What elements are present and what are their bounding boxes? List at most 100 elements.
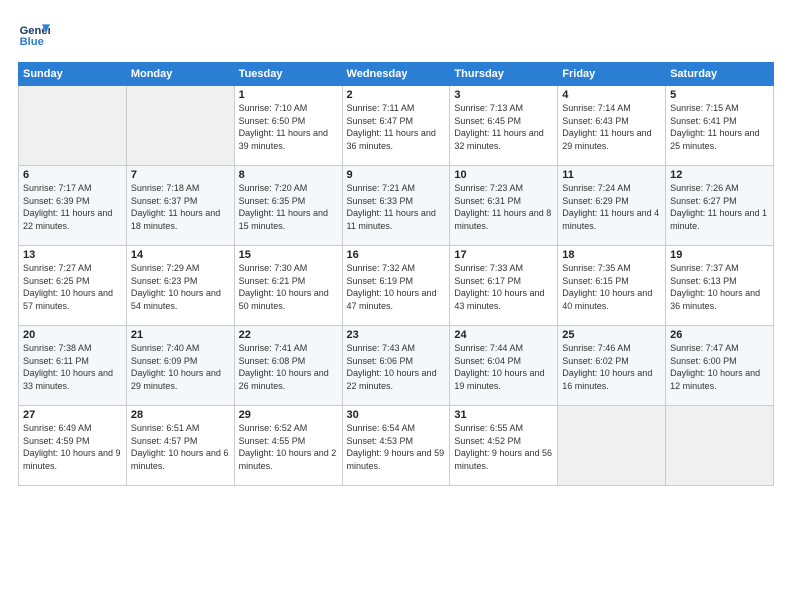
calendar-cell: 24Sunrise: 7:44 AMSunset: 6:04 PMDayligh… [450,326,558,406]
calendar-week-row: 1Sunrise: 7:10 AMSunset: 6:50 PMDaylight… [19,86,774,166]
day-info: Sunrise: 7:30 AMSunset: 6:21 PMDaylight:… [239,262,338,312]
calendar-cell: 31Sunrise: 6:55 AMSunset: 4:52 PMDayligh… [450,406,558,486]
day-number: 6 [23,169,122,181]
day-number: 2 [347,89,446,101]
header-row: Sunday Monday Tuesday Wednesday Thursday… [19,63,774,86]
calendar-cell: 30Sunrise: 6:54 AMSunset: 4:53 PMDayligh… [342,406,450,486]
calendar-cell: 15Sunrise: 7:30 AMSunset: 6:21 PMDayligh… [234,246,342,326]
day-number: 27 [23,409,122,421]
day-info: Sunrise: 7:38 AMSunset: 6:11 PMDaylight:… [23,342,122,392]
day-info: Sunrise: 7:26 AMSunset: 6:27 PMDaylight:… [670,182,769,232]
day-number: 19 [670,249,769,261]
day-info: Sunrise: 7:20 AMSunset: 6:35 PMDaylight:… [239,182,338,232]
calendar-cell [558,406,666,486]
day-number: 22 [239,329,338,341]
calendar-cell: 5Sunrise: 7:15 AMSunset: 6:41 PMDaylight… [666,86,774,166]
day-info: Sunrise: 7:23 AMSunset: 6:31 PMDaylight:… [454,182,553,232]
calendar-cell: 10Sunrise: 7:23 AMSunset: 6:31 PMDayligh… [450,166,558,246]
calendar-cell: 27Sunrise: 6:49 AMSunset: 4:59 PMDayligh… [19,406,127,486]
calendar-week-row: 13Sunrise: 7:27 AMSunset: 6:25 PMDayligh… [19,246,774,326]
svg-text:Blue: Blue [20,36,44,48]
day-info: Sunrise: 7:43 AMSunset: 6:06 PMDaylight:… [347,342,446,392]
day-info: Sunrise: 7:37 AMSunset: 6:13 PMDaylight:… [670,262,769,312]
day-info: Sunrise: 7:18 AMSunset: 6:37 PMDaylight:… [131,182,230,232]
calendar-week-row: 6Sunrise: 7:17 AMSunset: 6:39 PMDaylight… [19,166,774,246]
calendar-cell: 19Sunrise: 7:37 AMSunset: 6:13 PMDayligh… [666,246,774,326]
day-number: 12 [670,169,769,181]
calendar-cell: 7Sunrise: 7:18 AMSunset: 6:37 PMDaylight… [126,166,234,246]
calendar-cell: 4Sunrise: 7:14 AMSunset: 6:43 PMDaylight… [558,86,666,166]
day-info: Sunrise: 7:41 AMSunset: 6:08 PMDaylight:… [239,342,338,392]
day-info: Sunrise: 6:51 AMSunset: 4:57 PMDaylight:… [131,422,230,472]
day-number: 16 [347,249,446,261]
calendar-week-row: 20Sunrise: 7:38 AMSunset: 6:11 PMDayligh… [19,326,774,406]
calendar-page: General Blue Sunday Monday Tuesday Wedne… [0,0,792,612]
day-info: Sunrise: 7:13 AMSunset: 6:45 PMDaylight:… [454,102,553,152]
calendar-cell: 8Sunrise: 7:20 AMSunset: 6:35 PMDaylight… [234,166,342,246]
calendar-cell: 20Sunrise: 7:38 AMSunset: 6:11 PMDayligh… [19,326,127,406]
calendar-cell [126,86,234,166]
day-number: 8 [239,169,338,181]
day-number: 20 [23,329,122,341]
calendar-cell: 16Sunrise: 7:32 AMSunset: 6:19 PMDayligh… [342,246,450,326]
calendar-cell: 23Sunrise: 7:43 AMSunset: 6:06 PMDayligh… [342,326,450,406]
day-info: Sunrise: 7:11 AMSunset: 6:47 PMDaylight:… [347,102,446,152]
day-info: Sunrise: 7:14 AMSunset: 6:43 PMDaylight:… [562,102,661,152]
calendar-cell: 26Sunrise: 7:47 AMSunset: 6:00 PMDayligh… [666,326,774,406]
calendar-cell: 11Sunrise: 7:24 AMSunset: 6:29 PMDayligh… [558,166,666,246]
calendar-cell: 12Sunrise: 7:26 AMSunset: 6:27 PMDayligh… [666,166,774,246]
col-tuesday: Tuesday [234,63,342,86]
day-info: Sunrise: 6:55 AMSunset: 4:52 PMDaylight:… [454,422,553,472]
day-number: 7 [131,169,230,181]
day-number: 23 [347,329,446,341]
day-number: 3 [454,89,553,101]
day-info: Sunrise: 7:32 AMSunset: 6:19 PMDaylight:… [347,262,446,312]
logo: General Blue [18,18,50,50]
day-info: Sunrise: 6:49 AMSunset: 4:59 PMDaylight:… [23,422,122,472]
day-number: 29 [239,409,338,421]
day-info: Sunrise: 7:27 AMSunset: 6:25 PMDaylight:… [23,262,122,312]
day-info: Sunrise: 7:17 AMSunset: 6:39 PMDaylight:… [23,182,122,232]
calendar-cell: 3Sunrise: 7:13 AMSunset: 6:45 PMDaylight… [450,86,558,166]
col-monday: Monday [126,63,234,86]
calendar-week-row: 27Sunrise: 6:49 AMSunset: 4:59 PMDayligh… [19,406,774,486]
col-thursday: Thursday [450,63,558,86]
day-info: Sunrise: 7:21 AMSunset: 6:33 PMDaylight:… [347,182,446,232]
day-number: 5 [670,89,769,101]
day-info: Sunrise: 7:15 AMSunset: 6:41 PMDaylight:… [670,102,769,152]
calendar-cell: 29Sunrise: 6:52 AMSunset: 4:55 PMDayligh… [234,406,342,486]
calendar-cell: 28Sunrise: 6:51 AMSunset: 4:57 PMDayligh… [126,406,234,486]
calendar-cell: 9Sunrise: 7:21 AMSunset: 6:33 PMDaylight… [342,166,450,246]
calendar-cell: 21Sunrise: 7:40 AMSunset: 6:09 PMDayligh… [126,326,234,406]
header: General Blue [18,18,774,50]
calendar-cell: 13Sunrise: 7:27 AMSunset: 6:25 PMDayligh… [19,246,127,326]
day-info: Sunrise: 7:44 AMSunset: 6:04 PMDaylight:… [454,342,553,392]
day-number: 21 [131,329,230,341]
day-number: 10 [454,169,553,181]
calendar-cell [19,86,127,166]
logo-icon: General Blue [18,18,50,50]
day-number: 4 [562,89,661,101]
day-number: 9 [347,169,446,181]
calendar-cell: 1Sunrise: 7:10 AMSunset: 6:50 PMDaylight… [234,86,342,166]
calendar-cell: 25Sunrise: 7:46 AMSunset: 6:02 PMDayligh… [558,326,666,406]
day-number: 26 [670,329,769,341]
day-number: 28 [131,409,230,421]
col-wednesday: Wednesday [342,63,450,86]
day-info: Sunrise: 7:33 AMSunset: 6:17 PMDaylight:… [454,262,553,312]
col-friday: Friday [558,63,666,86]
day-number: 18 [562,249,661,261]
calendar-cell: 22Sunrise: 7:41 AMSunset: 6:08 PMDayligh… [234,326,342,406]
day-info: Sunrise: 7:47 AMSunset: 6:00 PMDaylight:… [670,342,769,392]
calendar-cell: 17Sunrise: 7:33 AMSunset: 6:17 PMDayligh… [450,246,558,326]
day-number: 25 [562,329,661,341]
day-number: 11 [562,169,661,181]
day-number: 31 [454,409,553,421]
day-info: Sunrise: 7:35 AMSunset: 6:15 PMDaylight:… [562,262,661,312]
day-info: Sunrise: 7:10 AMSunset: 6:50 PMDaylight:… [239,102,338,152]
col-saturday: Saturday [666,63,774,86]
calendar-cell: 2Sunrise: 7:11 AMSunset: 6:47 PMDaylight… [342,86,450,166]
calendar-cell: 14Sunrise: 7:29 AMSunset: 6:23 PMDayligh… [126,246,234,326]
calendar-cell: 18Sunrise: 7:35 AMSunset: 6:15 PMDayligh… [558,246,666,326]
calendar-table: Sunday Monday Tuesday Wednesday Thursday… [18,62,774,486]
